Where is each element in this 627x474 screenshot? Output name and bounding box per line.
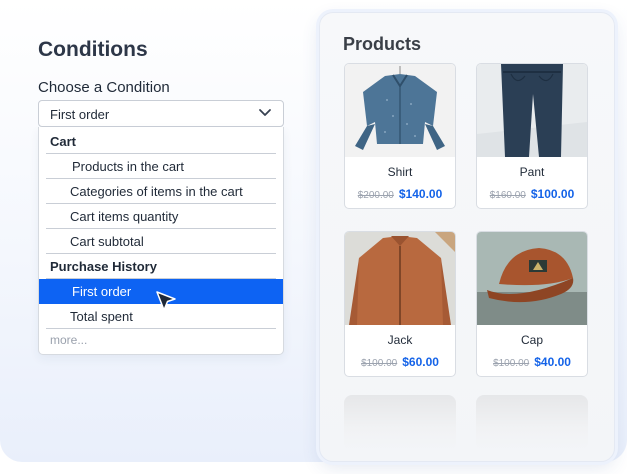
sale-price: $60.00 xyxy=(402,355,439,369)
option-label: First order xyxy=(72,284,132,299)
product-name: Pant xyxy=(519,165,545,179)
product-prices: $100.00 $40.00 xyxy=(477,353,587,371)
sale-price: $140.00 xyxy=(398,187,443,201)
mouse-cursor-icon xyxy=(156,291,176,311)
product-name: Jack xyxy=(387,333,413,347)
option-label: Cart subtotal xyxy=(70,234,144,249)
condition-dropdown: Cart Products in the cart Categories of … xyxy=(38,127,284,355)
sale-price: $40.00 xyxy=(534,355,571,369)
condition-select-value: First order xyxy=(50,107,110,122)
option-cart-items-quantity[interactable]: Cart items quantity xyxy=(39,204,283,229)
shirt-image xyxy=(345,64,455,157)
option-products-in-cart[interactable]: Products in the cart xyxy=(39,154,283,179)
group-header-purchase-history: Purchase History xyxy=(39,254,283,279)
original-price: $100.00 xyxy=(361,358,398,369)
product-card-placeholder xyxy=(476,395,588,451)
product-card-cap[interactable]: Cap $100.00 $40.00 xyxy=(476,231,588,377)
option-label: Total spent xyxy=(70,309,133,324)
product-prices: $160.00 $100.00 xyxy=(477,185,587,203)
product-card-jack[interactable]: Jack $100.00 $60.00 xyxy=(344,231,456,377)
conditions-title: Conditions xyxy=(38,38,148,61)
original-price: $160.00 xyxy=(489,190,526,201)
product-card-placeholder xyxy=(344,395,456,451)
option-label: Cart items quantity xyxy=(70,209,179,224)
product-card-pant[interactable]: Pant $160.00 $100.00 xyxy=(476,63,588,209)
product-prices: $200.00 $140.00 xyxy=(345,185,455,203)
product-card-shirt[interactable]: Shirt $200.00 $140.00 xyxy=(344,63,456,209)
products-title: Products xyxy=(343,34,422,54)
option-categories-in-cart[interactable]: Categories of items in the cart xyxy=(39,179,283,204)
group-label: Cart xyxy=(50,134,77,149)
divider xyxy=(46,328,276,329)
more-link[interactable]: more... xyxy=(50,333,87,347)
option-label: Categories of items in the cart xyxy=(70,184,243,199)
condition-select[interactable]: First order xyxy=(38,100,284,127)
option-cart-subtotal[interactable]: Cart subtotal xyxy=(39,229,283,254)
products-panel: Products Shirt $200.00 $140.00 Pant $160… xyxy=(319,12,615,462)
group-header-cart: Cart xyxy=(39,129,283,154)
group-label: Purchase History xyxy=(50,259,157,274)
choose-condition-label: Choose a Condition xyxy=(38,79,170,96)
sale-price: $100.00 xyxy=(530,187,575,201)
original-price: $100.00 xyxy=(493,358,530,369)
chevron-down-icon xyxy=(259,109,271,116)
cap-image xyxy=(477,232,587,325)
pant-image xyxy=(477,64,587,157)
product-name: Shirt xyxy=(387,165,413,179)
original-price: $200.00 xyxy=(357,190,394,201)
product-name: Cap xyxy=(520,333,543,347)
product-prices: $100.00 $60.00 xyxy=(345,353,455,371)
option-label: Products in the cart xyxy=(72,159,184,174)
jacket-image xyxy=(345,232,455,325)
